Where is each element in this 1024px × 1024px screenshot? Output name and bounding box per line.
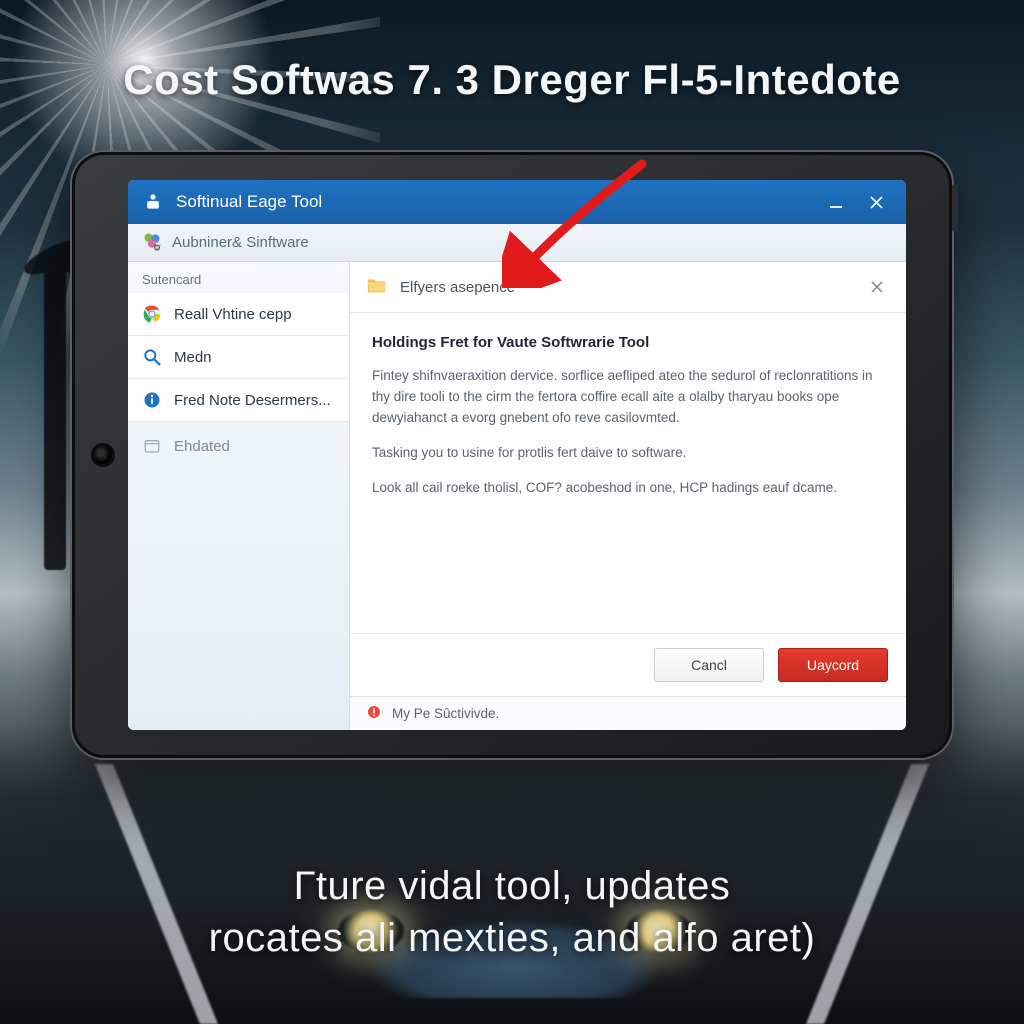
sidebar-item-label: Ehdated — [174, 438, 230, 455]
window-minimize-button[interactable] — [816, 180, 856, 224]
panel-header: Elfyers asepence — [350, 262, 906, 313]
panel-body: Holdings Fret for Vaute Softwrarie Tool … — [350, 313, 906, 633]
sidebar-item-medn[interactable]: Medn — [128, 336, 349, 379]
tablet-power-button — [952, 184, 958, 232]
folder-icon — [366, 274, 388, 300]
chrome-icon — [142, 304, 162, 324]
panel-title: Holdings Fret for Vaute Softwrarie Tool — [372, 331, 884, 354]
sidebar-item-label: Reall Vhtine cepp — [174, 306, 292, 323]
shield-warn-icon — [366, 704, 382, 723]
sidebar-item-fred-note[interactable]: Fred Note Desermers... — [128, 379, 349, 422]
info-icon — [142, 390, 162, 410]
overlay-subline-1: Гture vidal tool, updates — [294, 864, 731, 908]
toolbar: Aubniner& Sinftware — [128, 224, 906, 262]
scene-background: Cost Softwas 7. 3 Dreger Fl-5-Intedote Г… — [0, 0, 1024, 1024]
button-row: Cancl Uaycord — [350, 633, 906, 696]
panel-paragraph: Tasking you to usine for protlis fert da… — [372, 443, 884, 464]
panel-paragraph: Fintey shifnvaeraxition dervice. sorflic… — [372, 366, 884, 429]
window-title: Softinual Eage Tool — [176, 192, 322, 212]
overlay-subline: Гture vidal tool, updates rocates ali me… — [0, 860, 1024, 964]
palm-silhouette — [44, 250, 66, 570]
toolbar-label: Aubniner& Sinftware — [172, 234, 309, 251]
sidebar-item-ehdated[interactable]: Ehdated — [128, 422, 349, 467]
tablet-frame: Softinual Eage Tool — [70, 150, 954, 760]
app-icon — [142, 191, 164, 213]
panel-paragraph: Look all cail roeke tholisl, COF? acobes… — [372, 478, 884, 499]
toolbar-icon — [142, 231, 162, 255]
tablet-camera — [94, 446, 112, 464]
content-panel: Elfyers asepence Holdings Fret for Vaute… — [350, 262, 906, 730]
status-text: My Pe Sûctivivde. — [392, 706, 499, 721]
sidebar-item-label: Fred Note Desermers... — [174, 392, 331, 409]
sidebar-section-label: Sutencard — [128, 264, 349, 293]
magnifier-icon — [142, 347, 162, 367]
window-close-button[interactable] — [856, 180, 896, 224]
overlay-subline-2: rocates ali mexties, and alfo aret) — [209, 916, 816, 960]
window-titlebar[interactable]: Softinual Eage Tool — [128, 180, 906, 224]
sidebar: Sutencard Reall Vhtine cepp Medn — [128, 262, 350, 730]
app-window: Softinual Eage Tool — [128, 180, 906, 730]
panel-header-title: Elfyers asepence — [400, 279, 515, 296]
date-icon — [142, 436, 162, 456]
primary-action-button[interactable]: Uaycord — [778, 648, 888, 682]
overlay-headline: Cost Softwas 7. 3 Dreger Fl-5-Intedote — [0, 56, 1024, 104]
panel-close-button[interactable] — [864, 274, 890, 300]
cancel-button[interactable]: Cancl — [654, 648, 764, 682]
sidebar-item-reall-vhtine[interactable]: Reall Vhtine cepp — [128, 293, 349, 336]
sidebar-item-label: Medn — [174, 349, 212, 366]
tablet-screen: Softinual Eage Tool — [128, 180, 906, 730]
status-bar: My Pe Sûctivivde. — [350, 696, 906, 730]
